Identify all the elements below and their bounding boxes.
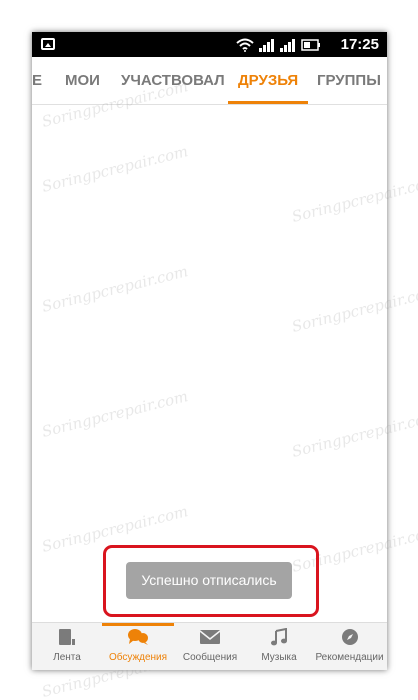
status-bar: 17:25: [32, 32, 387, 57]
nav-label: Обсуждения: [108, 652, 168, 663]
nav-label: Музыка: [261, 652, 297, 663]
bottom-navigation: Лента Обсуждения Сообщения Музыка Рекоме…: [32, 622, 387, 670]
discussion-tabs: Е МОИ УЧАСТВОВАЛ ДРУЗЬЯ ГРУППЫ: [32, 57, 387, 105]
nav-label: Рекомендации: [315, 652, 384, 663]
status-icons: [236, 36, 321, 53]
tab-participated[interactable]: УЧАСТВОВАЛ: [121, 57, 225, 105]
signal-icon: [259, 38, 274, 52]
nav-item-recommendations[interactable]: Рекомендации: [312, 623, 387, 671]
battery-icon: [301, 38, 320, 51]
nav-item-music[interactable]: Музыка: [246, 623, 312, 671]
tab-partial[interactable]: Е: [32, 57, 42, 105]
nav-label: Лента: [53, 652, 81, 663]
discussions-icon: [128, 629, 148, 645]
feed-icon: [59, 629, 75, 645]
active-tab-indicator: [228, 101, 308, 104]
music-note-icon: [271, 628, 287, 646]
status-time: 17:25: [340, 36, 379, 53]
nav-item-messages[interactable]: Сообщения: [174, 623, 246, 671]
tab-friends[interactable]: ДРУЗЬЯ: [238, 57, 298, 105]
signal-icon: [280, 38, 295, 52]
envelope-icon: [199, 630, 221, 644]
nav-item-feed[interactable]: Лента: [32, 623, 102, 671]
nav-label: Сообщения: [182, 652, 238, 663]
wifi-icon: [236, 38, 254, 52]
toast-message: Успешно отписались: [126, 562, 292, 599]
tab-groups[interactable]: ГРУППЫ: [317, 57, 381, 105]
image-icon: [41, 38, 55, 50]
tab-mine[interactable]: МОИ: [65, 57, 100, 105]
nav-item-discussions[interactable]: Обсуждения: [102, 623, 174, 671]
compass-icon: [341, 629, 358, 645]
